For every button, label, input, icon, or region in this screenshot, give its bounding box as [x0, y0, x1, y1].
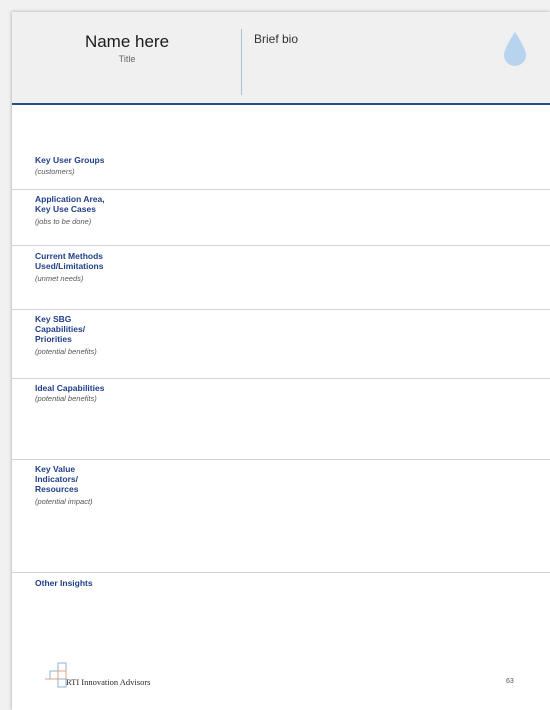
bio-label: Brief bio	[254, 32, 299, 46]
section-ideal-capabilities: Ideal Capabilities (potential benefits)	[12, 378, 550, 460]
profile-header: Name here Title Brief bio	[12, 12, 550, 105]
section-label: Ideal Capabilities	[35, 383, 105, 393]
section-note: (potential benefits)	[35, 347, 97, 356]
section-label: Key User Groups	[35, 155, 105, 165]
section-key-value-indicators: Key Value Indicators/ Resources (potenti…	[12, 459, 550, 573]
section-label: Current Methods Used/Limitations	[35, 251, 104, 271]
section-current-methods: Current Methods Used/Limitations (unmet …	[12, 245, 550, 310]
section-note: (potential benefits)	[35, 394, 97, 403]
section-key-user-groups: Key User Groups (customers)	[12, 103, 550, 190]
section-label: Application Area, Key Use Cases	[35, 194, 105, 214]
section-key-sbg-capabilities: Key SBG Capabilities/ Priorities (potent…	[12, 309, 550, 379]
section-note: (customers)	[35, 167, 75, 176]
section-note: (jobs to be done)	[35, 217, 92, 226]
section-label: Key SBG Capabilities/ Priorities	[35, 314, 86, 344]
section-other-insights: Other Insights	[12, 572, 550, 632]
profile-title: Title	[118, 54, 136, 64]
page-number: 63	[506, 678, 514, 685]
section-note: (unmet needs)	[35, 274, 84, 283]
section-label: Key Value Indicators/ Resources	[35, 464, 79, 494]
footer-brand-text: RTI Innovation Advisors	[66, 677, 151, 687]
water-drop-icon	[504, 32, 526, 66]
section-application-area: Application Area, Key Use Cases (jobs to…	[12, 189, 550, 246]
section-label: Other Insights	[35, 578, 93, 588]
document-page: Name here Title Brief bio Key User Group…	[12, 12, 550, 710]
section-note: (potential impact)	[35, 497, 93, 506]
profile-name: Name here	[84, 32, 170, 51]
header-divider	[241, 29, 242, 95]
